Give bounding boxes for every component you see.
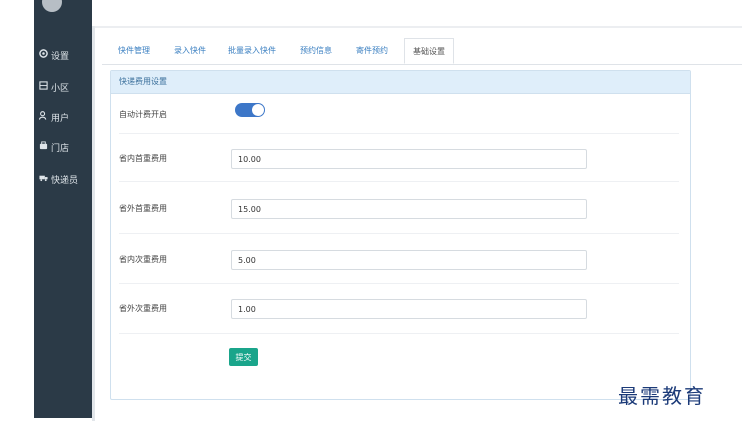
toggle-knob [252,104,264,116]
courier-icon [39,173,48,185]
tab-enter-express[interactable]: 录入快件 [174,38,206,64]
tab-send-reservation[interactable]: 寄件预约 [356,38,388,64]
panel-title: 快递费用设置 [111,71,690,94]
tab-basic-settings[interactable]: 基础设置 [404,38,454,64]
fee-row: 省内次重费用 [119,233,679,284]
tab-bar: 快件管理 录入快件 批量录入快件 预约信息 寄件预约 基础设置 [102,38,742,65]
auto-billing-label: 自动计费开启 [119,110,167,119]
content-border [92,26,95,421]
sidebar-item-settings[interactable]: 设置 [39,47,69,63]
field-label: 省外首重费用 [119,204,167,213]
outside-extra-weight-input[interactable] [231,299,587,319]
auto-billing-row: 自动计费开启 [119,95,679,134]
sidebar-item-label: 用户 [51,113,70,124]
content-border-top [95,26,742,28]
field-label: 省内首重费用 [119,154,167,163]
gear-icon [39,49,48,61]
auto-billing-toggle[interactable] [235,103,265,117]
sidebar-item-community[interactable]: 小区 [39,79,69,95]
outside-first-weight-input[interactable] [231,199,587,219]
sidebar: 设置 小区 用户 门店 快递员 [34,0,92,418]
tab-batch-enter[interactable]: 批量录入快件 [228,38,276,64]
province-first-weight-input[interactable] [231,149,587,169]
submit-button[interactable]: 提交 [229,348,258,366]
sidebar-item-label: 门店 [51,143,70,154]
fee-row: 省外首重费用 [119,181,679,234]
sidebar-item-users[interactable]: 用户 [38,109,70,125]
sidebar-item-stores[interactable]: 门店 [39,139,69,155]
fee-row: 省内首重费用 [119,133,679,182]
field-label: 省外次重费用 [119,304,167,313]
tab-reservation-info[interactable]: 预约信息 [300,38,332,64]
watermark: 最需教育 [618,384,706,408]
sidebar-item-label: 小区 [51,83,70,94]
fee-row: 省外次重费用 [119,283,679,334]
sidebar-item-label: 设置 [51,51,70,62]
province-extra-weight-input[interactable] [231,250,587,270]
store-icon [39,141,48,153]
tab-express-management[interactable]: 快件管理 [118,38,150,64]
building-icon [39,81,48,93]
sidebar-item-couriers[interactable]: 快递员 [39,171,78,187]
sidebar-item-label: 快递员 [51,175,79,186]
avatar [42,0,62,12]
field-label: 省内次重费用 [119,255,167,264]
fee-settings-panel: 快递费用设置 自动计费开启 省内首重费用 省外首重费用 省内次重费用 省外次重费… [110,70,691,400]
user-icon [38,111,48,123]
